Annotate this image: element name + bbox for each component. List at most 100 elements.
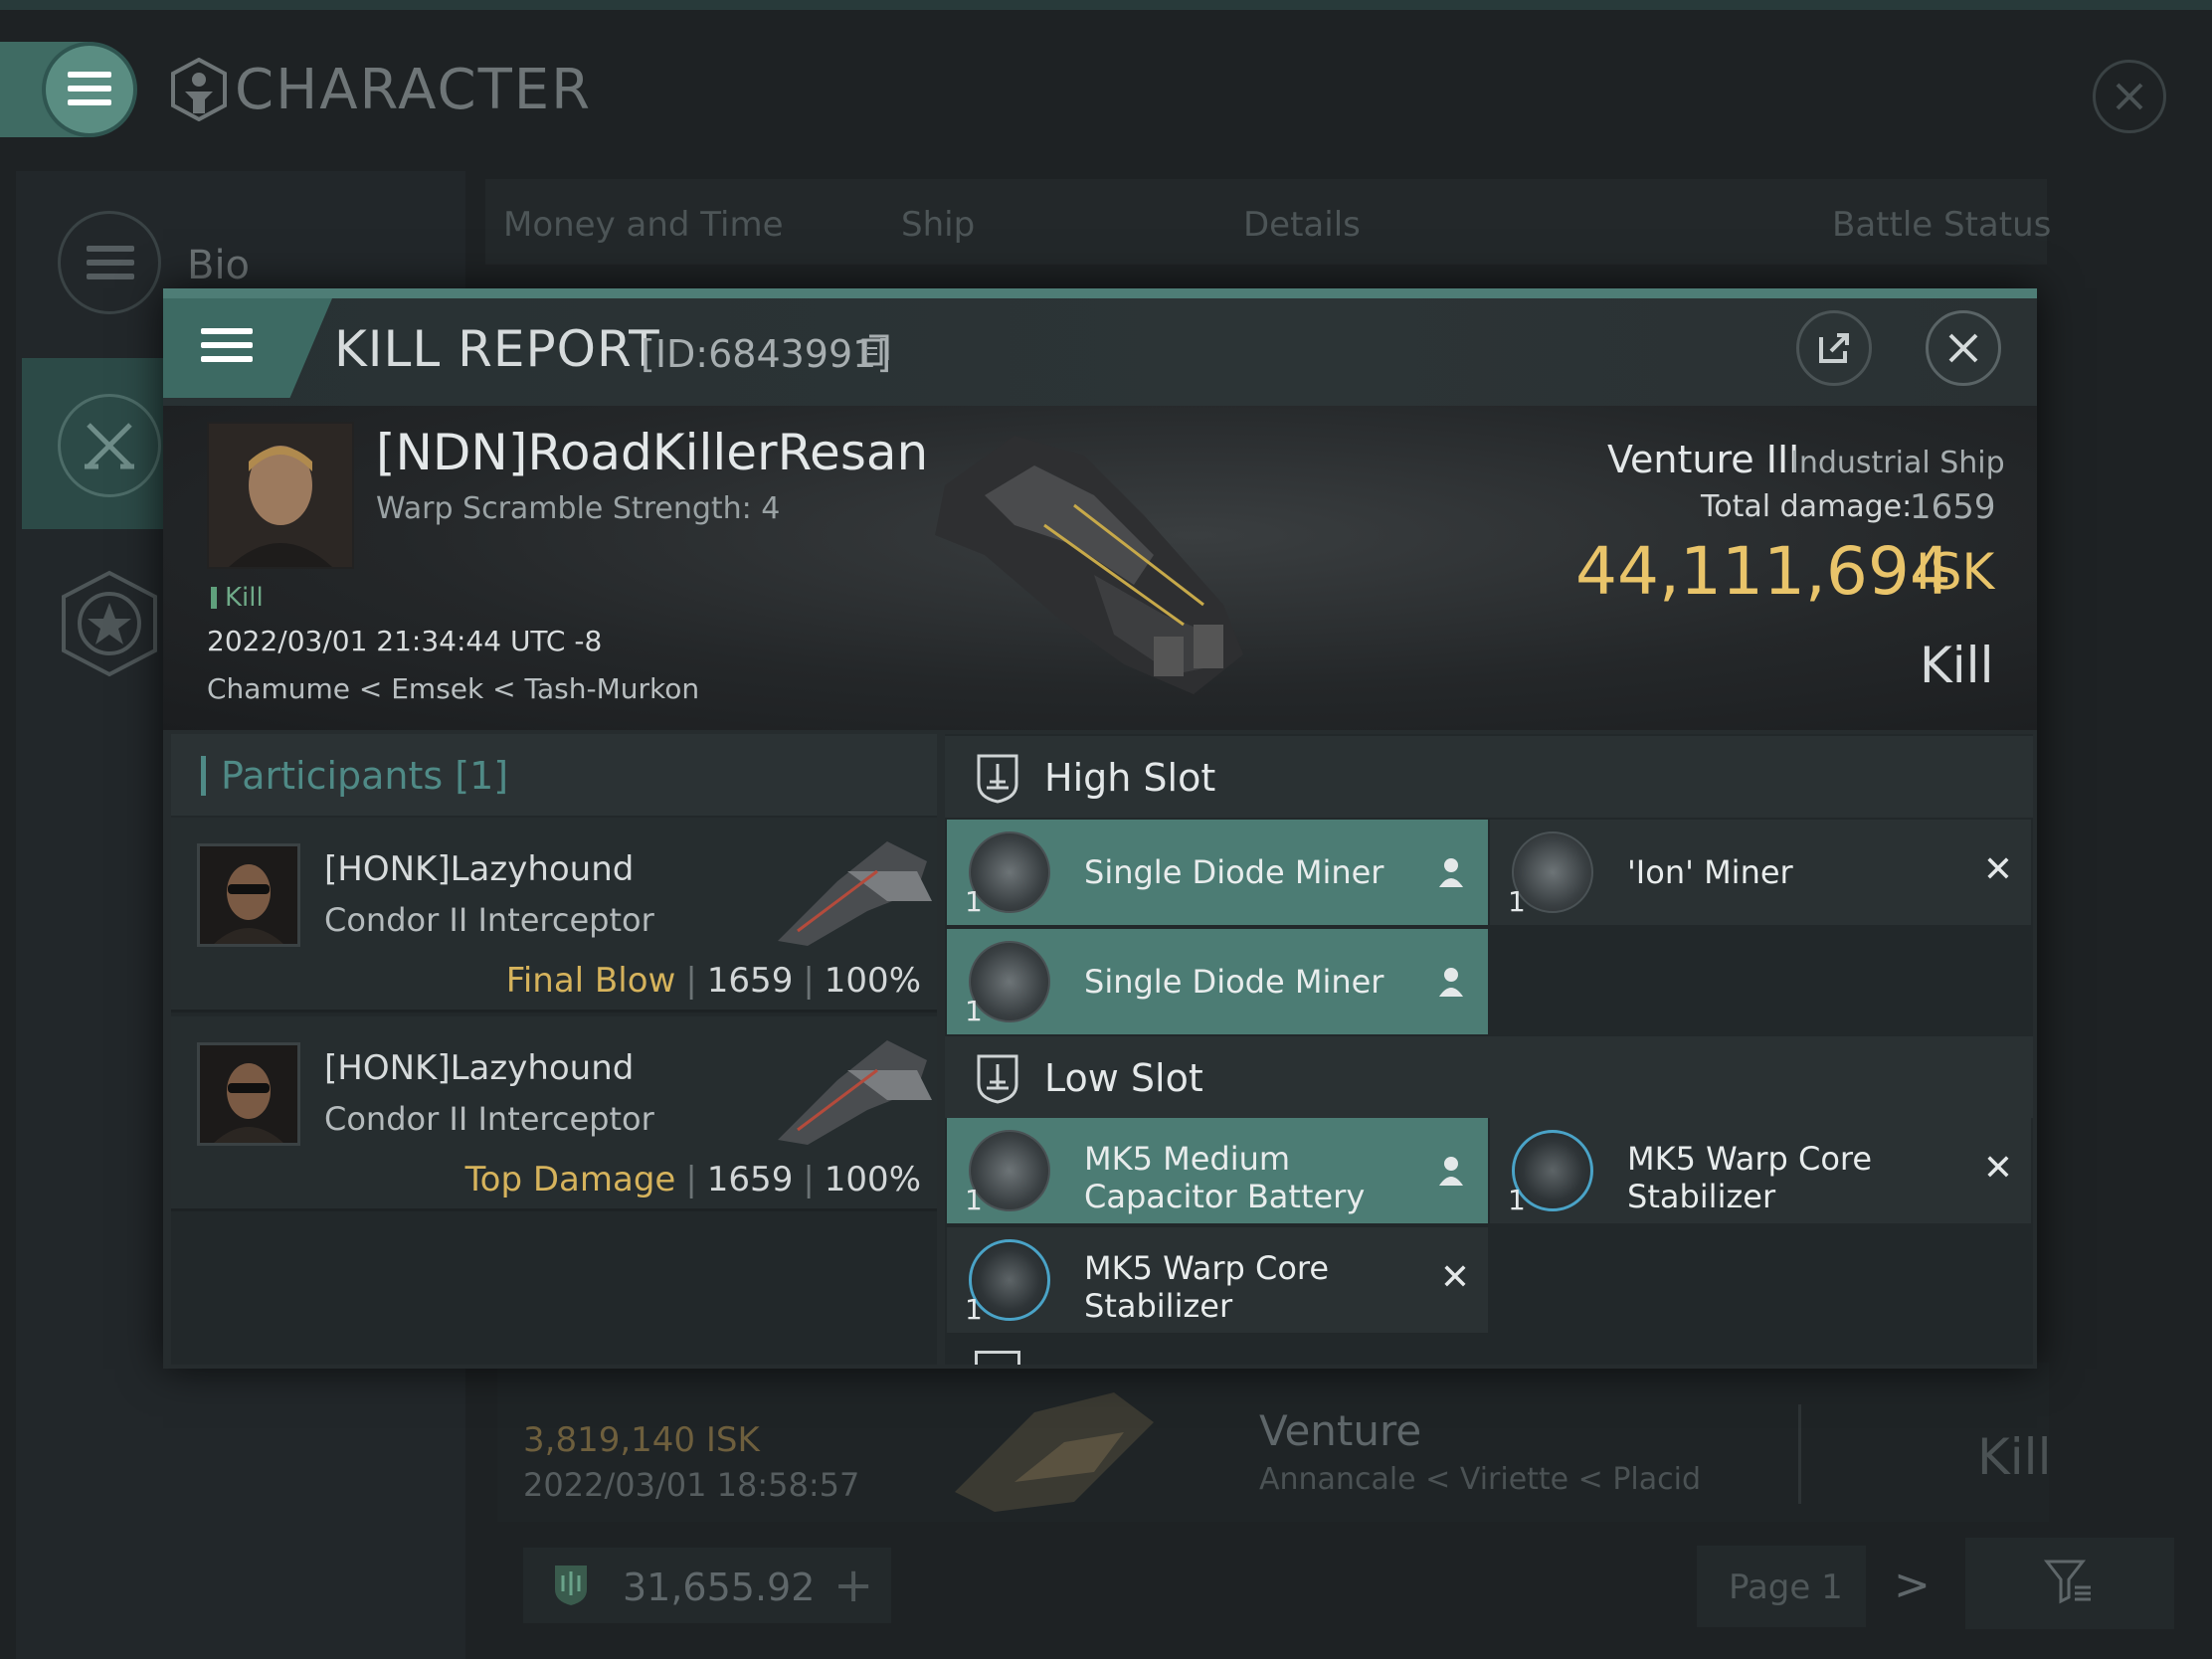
modal-close-button[interactable] — [1926, 310, 2001, 386]
module-name: Single Diode Miner — [1084, 963, 1384, 1001]
top-edge — [0, 0, 2212, 10]
tab-details[interactable]: Details — [1243, 205, 1361, 245]
destroyed-x-icon: ✕ — [1439, 1257, 1470, 1298]
participant-ship-image — [778, 841, 932, 946]
victim-portrait[interactable] — [207, 422, 354, 569]
row-result: Kill — [1977, 1428, 2052, 1486]
crossed-swords-icon — [85, 423, 134, 469]
row-location: Annancale < Viriette < Placid — [1259, 1462, 1702, 1497]
participant-row[interactable]: [HONK]Lazyhound Condor II Interceptor To… — [171, 1016, 937, 1211]
fitted-person-icon — [1439, 858, 1463, 887]
participants-title: Participants [1] — [221, 754, 509, 798]
kill-tag-bar — [211, 587, 217, 609]
participant-portrait — [200, 846, 297, 944]
tab-battle-status[interactable]: Battle Status — [1832, 205, 2051, 245]
share-button[interactable] — [1796, 310, 1872, 386]
module-slot[interactable]: 1 Single Diode Miner — [947, 929, 1488, 1034]
module-slot[interactable]: 1 'Ion' Miner ✕ — [1490, 820, 2031, 925]
participant-percent: 100% — [824, 961, 921, 1001]
high-slot-icon — [977, 754, 1018, 804]
modal-accent-bar — [163, 288, 2037, 298]
external-link-icon — [1819, 333, 1849, 363]
row-isk-value: 3,819,140 ISK — [523, 1420, 760, 1460]
filter-icon — [2043, 1560, 2091, 1604]
isk-value: 44,111,694 — [1575, 533, 1951, 610]
next-page-button[interactable]: > — [1894, 1560, 1931, 1610]
kill-tag: Kill — [225, 583, 264, 613]
total-damage-label: Total damage: — [1701, 489, 1913, 524]
module-slot[interactable]: 1 Single Diode Miner — [947, 820, 1488, 925]
participant-stats: Final Blow | 1659 | 100% — [505, 961, 921, 1001]
close-icon — [1948, 333, 1978, 363]
module-quantity: 1 — [965, 885, 983, 918]
ship-render[interactable] — [925, 416, 1263, 714]
module-name: MK5 Warp Core Stabilizer — [1627, 1140, 1873, 1215]
isk-unit: ISK — [1916, 543, 1995, 601]
row-date: 2022/03/01 18:58:57 — [523, 1466, 860, 1504]
participant-ship[interactable]: Condor II Interceptor — [324, 1100, 654, 1138]
module-slot[interactable]: 1 MK5 Warp Core Stabilizer ✕ — [947, 1227, 1488, 1333]
participant-damage: 1659 — [706, 1160, 794, 1199]
list-icon — [87, 246, 134, 279]
participant-tag: Top Damage — [464, 1160, 676, 1199]
fitted-person-icon — [1439, 1157, 1463, 1186]
module-name: MK5 Warp Core Stabilizer — [1084, 1249, 1330, 1325]
tab-money-and-time[interactable]: Money and Time — [503, 205, 784, 245]
close-icon — [2116, 83, 2143, 110]
window-close-button[interactable] — [2093, 60, 2166, 133]
destroyed-x-icon: ✕ — [1982, 1148, 2013, 1189]
kill-location[interactable]: Chamume < Emsek < Tash-Murkon — [207, 672, 699, 705]
tab-ship[interactable]: Ship — [901, 205, 975, 245]
module-quantity: 1 — [965, 1184, 983, 1216]
participant-ship[interactable]: Condor II Interceptor — [324, 901, 654, 939]
nav-bio-button[interactable] — [58, 211, 161, 314]
star-icon[interactable] — [58, 569, 161, 678]
mid-slot-icon-partial — [975, 1351, 1020, 1365]
wallet-balance: 31,655.92 — [623, 1566, 816, 1609]
row-ship-name: Venture — [1259, 1406, 1422, 1455]
destroyed-x-icon: ✕ — [1982, 849, 2013, 890]
avatar[interactable] — [197, 843, 300, 947]
module-slot[interactable]: 1 MK5 Medium Capacitor Battery — [947, 1118, 1488, 1223]
main-menu-button[interactable] — [46, 46, 133, 133]
participant-stats: Top Damage | 1659 | 100% — [464, 1160, 921, 1199]
add-funds-button[interactable]: + — [833, 1558, 873, 1613]
character-icon — [171, 58, 227, 121]
avatar[interactable] — [197, 1042, 300, 1146]
participant-row[interactable]: [HONK]Lazyhound Condor II Interceptor Fi… — [171, 818, 937, 1013]
avatar — [209, 424, 352, 567]
high-slot-title: High Slot — [1044, 756, 1216, 800]
wallet-icon — [555, 1566, 587, 1605]
page-label: Page 1 — [1729, 1567, 1843, 1607]
participant-damage: 1659 — [706, 961, 794, 1001]
participant-name[interactable]: [HONK]Lazyhound — [324, 1048, 634, 1088]
total-damage-value: 1659 — [1910, 487, 1996, 527]
row-ship-image — [955, 1392, 1154, 1512]
fitted-person-icon — [1439, 968, 1463, 997]
modal-title: KILL REPORT — [334, 320, 660, 378]
module-slot[interactable]: 1 MK5 Warp Core Stabilizer ✕ — [1490, 1118, 2031, 1223]
module-quantity: 1 — [1508, 885, 1526, 918]
module-quantity: 1 — [1508, 1184, 1526, 1216]
high-slot-header: High Slot — [945, 736, 2033, 818]
kill-report-id: [ID:6843991] — [641, 332, 892, 376]
module-name: 'Ion' Miner — [1627, 853, 1793, 891]
participant-name[interactable]: [HONK]Lazyhound — [324, 849, 634, 889]
low-slot-header: Low Slot — [945, 1036, 2033, 1118]
victim-name[interactable]: [NDN]RoadKillerResan — [376, 424, 928, 481]
ship-class: Industrial Ship — [1790, 446, 2005, 480]
module-quantity: 1 — [965, 1293, 983, 1326]
participant-percent: 100% — [824, 1160, 921, 1199]
participants-header-bar — [201, 756, 206, 796]
module-quantity: 1 — [965, 995, 983, 1027]
window-title: CHARACTER — [235, 58, 593, 122]
module-name: Single Diode Miner — [1084, 853, 1384, 891]
nav-bio-label[interactable]: Bio — [187, 243, 250, 288]
nav-combat-button[interactable] — [58, 394, 161, 497]
copy-icon[interactable] — [861, 334, 889, 368]
hamburger-icon — [201, 328, 253, 362]
low-slot-icon — [977, 1054, 1018, 1104]
participant-portrait — [200, 1045, 297, 1143]
ship-name[interactable]: Venture III — [1607, 438, 1799, 481]
participant-tag: Final Blow — [505, 961, 676, 1001]
